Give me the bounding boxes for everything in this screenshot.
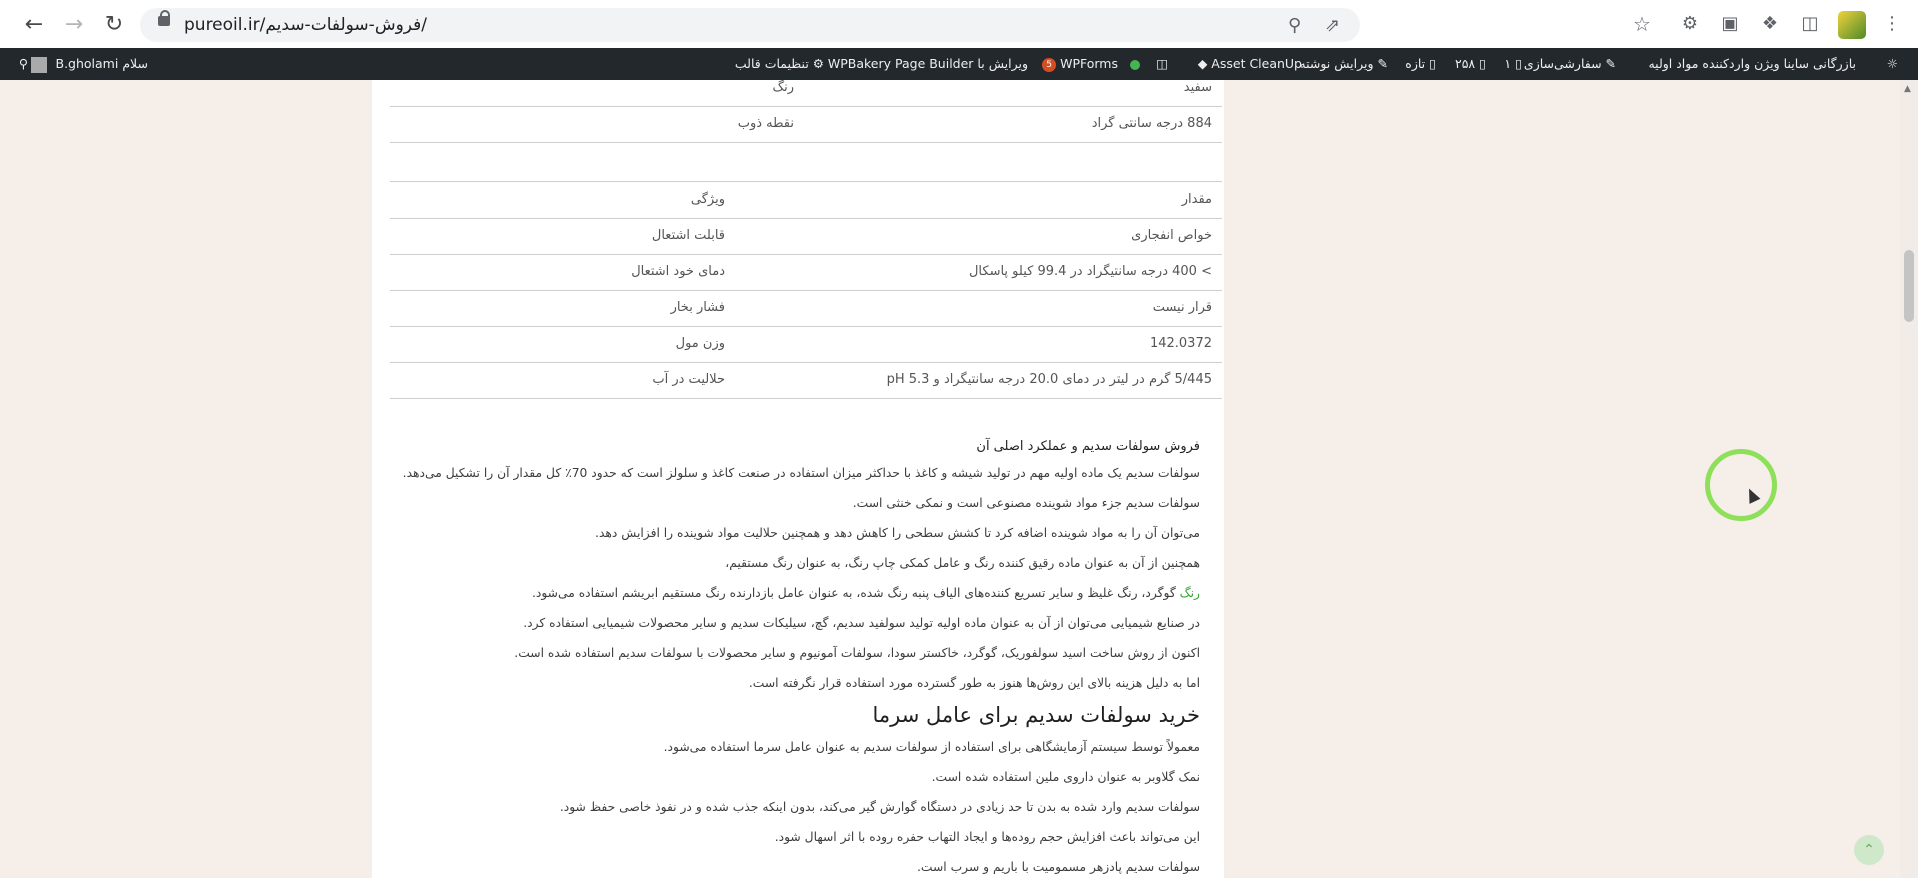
paragraph: اما به دلیل هزینه بالای این روش‌ها هنوز … [748, 676, 1200, 690]
admin-bar-site-name[interactable]: بازرگانی ساینا ویژن واردکننده مواد اولیه [1648, 48, 1856, 80]
url-text: pureoil.ir/فروش-سولفات-سدیم/ [184, 15, 428, 35]
table-cell-label: حلالیت در آب [652, 372, 725, 387]
cursor-highlight-ring [1705, 449, 1777, 521]
table-cell-label: فشار بخار [670, 300, 725, 315]
admin-bar-asset-cleanup[interactable]: Asset CleanUp ◆ [1198, 48, 1302, 80]
paragraph: اکنون از روش ساخت اسید سولفوریک، گوگرد، … [514, 646, 1200, 660]
table-cell-value: > 400 درجه سانتیگراد در 99.4 کیلو پاسکال [968, 264, 1212, 279]
comments-count: ۱ [1504, 56, 1512, 71]
theme-settings-label: تنظیمات قالب [734, 56, 809, 71]
share-icon[interactable]: ⇗ [1325, 15, 1340, 36]
scroll-up-icon[interactable]: ▲ [1904, 84, 1911, 94]
table-row: مقدار ویژگی [390, 183, 1222, 219]
admin-bar-customize[interactable]: ✎ سفارشی‌سازی [1524, 48, 1616, 80]
table-cell-value: خواص انفجاری [1131, 228, 1212, 243]
asset-cleanup-label: Asset CleanUp [1211, 56, 1302, 71]
admin-bar-wpforms[interactable]: WPForms 5 [1038, 48, 1118, 80]
properties-table-2: مقدار ویژگی خواص انفجاری قابلت اشتعال > … [390, 183, 1222, 399]
bookmark-star-icon[interactable]: ☆ [1630, 12, 1654, 36]
account-greeting: سلام B.gholami [55, 56, 149, 71]
paragraph: نمک گلاوبر به عنوان داروی ملین استفاده ش… [931, 770, 1200, 784]
table-row: 884 درجه سانتی گراد نقطه ذوب [390, 107, 1222, 143]
paragraph: در صنایع شیمیایی می‌توان از آن به عنوان … [523, 616, 1200, 630]
diamond-icon: ◆ [1197, 56, 1208, 71]
table-cell-label: ویژگی [690, 192, 725, 207]
section-subheading: فروش سولفات سدیم و عملکرد اصلی آن [976, 439, 1200, 454]
edit-post-label: ویرایش نوشته [1299, 56, 1374, 71]
paragraph: سولفات سدیم یک ماده اولیه مهم در تولید ش… [402, 466, 1200, 480]
paragraph-text: گوگرد، رنگ غلیظ و سایر تسریع کننده‌های ا… [531, 586, 1180, 600]
back-arrow-icon[interactable]: ← [22, 13, 46, 37]
admin-bar-wpbakery[interactable]: ویرایش با WPBakery Page Builder [828, 48, 1028, 80]
table-cell-label: قابلت اشتعال [651, 228, 725, 243]
browser-toolbar: ← → ↻ pureoil.ir/فروش-سولفات-سدیم/ ⚲ ⇗ ☆… [0, 0, 1918, 51]
table-cell-label: رنگ [772, 80, 794, 95]
paragraph: می‌توان آن را به مواد شوینده اضافه کرد ت… [595, 526, 1200, 540]
updates-count: ۲۵۸ [1454, 56, 1476, 71]
new-label: تازه [1405, 56, 1426, 71]
admin-bar-updates[interactable]: ▯ ۲۵۸ [1455, 48, 1486, 80]
search-icon[interactable]: ⚲ [19, 48, 28, 80]
admin-bar-edit-post[interactable]: ✎ ویرایش نوشته [1299, 48, 1388, 80]
color-link[interactable]: رنگ [1180, 586, 1200, 600]
table-cell-value: قرار نیست [1152, 300, 1212, 315]
table-row: 142.0372 وزن مول [390, 327, 1222, 363]
wp-logo-icon[interactable]: ☼ [1887, 48, 1898, 80]
puzzle-icon[interactable]: ❖ [1758, 12, 1782, 36]
properties-table-1: سفید رنگ 884 درجه سانتی گراد نقطه ذوب [390, 80, 1222, 182]
wpforms-label: WPForms [1060, 56, 1118, 71]
wp-admin-bar: ☼ بازرگانی ساینا ویژن واردکننده مواد اول… [0, 48, 1918, 80]
admin-bar-account[interactable]: سلام B.gholami [30, 48, 149, 80]
admin-bar-comments[interactable]: ▯ ۱ [1504, 48, 1522, 80]
table-cell-value: 5/445 گرم در لیتر در دمای 20.0 درجه سانت… [886, 372, 1212, 387]
forward-arrow-icon[interactable]: → [62, 13, 86, 37]
article-body: فروش سولفات سدیم و عملکرد اصلی آن سولفات… [400, 436, 1200, 878]
admin-bar-new[interactable]: ▯ تازه [1405, 48, 1436, 80]
customize-label: سفارشی‌سازی [1523, 56, 1602, 71]
table-spacer [390, 143, 1222, 182]
section-heading: خرید سولفات سدیم برای عامل سرما [872, 703, 1201, 727]
wpforms-badge: 5 [1042, 57, 1057, 72]
paragraph: رنگ گوگرد، رنگ غلیظ و سایر تسریع کننده‌ه… [400, 578, 1200, 608]
table-row: > 400 درجه سانتیگراد در 99.4 کیلو پاسکال… [390, 255, 1222, 291]
table-row: قرار نیست فشار بخار [390, 291, 1222, 327]
table-row: 5/445 گرم در لیتر در دمای 20.0 درجه سانت… [390, 363, 1222, 399]
profile-avatar[interactable] [1838, 11, 1866, 39]
extension-icon[interactable]: ⚙ [1678, 12, 1702, 36]
address-bar[interactable]: pureoil.ir/فروش-سولفات-سدیم/ ⚲ ⇗ [140, 8, 1360, 42]
menu-dots-icon[interactable]: ⋮ [1880, 12, 1904, 36]
paragraph: همچنین از آن به عنوان ماده رقیق کننده رن… [725, 556, 1200, 570]
reload-icon[interactable]: ↻ [102, 13, 126, 37]
zoom-icon[interactable]: ⚲ [1288, 15, 1301, 36]
m-extension-icon[interactable]: ▣ [1718, 12, 1742, 36]
paragraph: سولفات سدیم جزء مواد شوینده مصنوعی است و… [852, 496, 1200, 510]
table-cell-value: سفید [1183, 80, 1212, 95]
back-to-top-icon[interactable]: ⌃ [1854, 835, 1884, 865]
paragraph: سولفات سدیم پادزهر مسمومیت با باریم و سر… [916, 860, 1200, 874]
sidebar-icon[interactable]: ◫ [1798, 12, 1822, 36]
lock-icon [158, 10, 170, 26]
table-row: سفید رنگ [390, 80, 1222, 107]
table-cell-value: 884 درجه سانتی گراد [1091, 116, 1212, 131]
table-cell-label: نقطه ذوب [737, 116, 794, 131]
table-row: خواص انفجاری قابلت اشتعال [390, 219, 1222, 255]
status-dot [1130, 48, 1140, 80]
paragraph: معمولاً توسط سیستم آزمایشگاهی برای استفا… [663, 740, 1200, 754]
scroll-thumb[interactable] [1904, 250, 1914, 322]
page-scrollbar[interactable]: ▲ [1900, 80, 1918, 878]
user-avatar [30, 56, 47, 73]
article-card: سفید رنگ 884 درجه سانتی گراد نقطه ذوب مق… [372, 80, 1224, 878]
shield-icon[interactable]: ◫ [1156, 48, 1168, 80]
table-cell-label: وزن مول [675, 336, 725, 351]
paragraph: سولفات سدیم وارد شده به بدن تا حد زیادی … [559, 800, 1200, 814]
gear-icon: ⚙ [812, 56, 824, 71]
paragraph: این می‌تواند باعث افزایش حجم روده‌ها و ا… [774, 830, 1200, 844]
admin-bar-theme-settings[interactable]: ⚙ تنظیمات قالب [735, 48, 824, 80]
table-cell-label: دمای خود اشتعال [631, 264, 725, 279]
table-cell-value: 142.0372 [1149, 336, 1212, 351]
table-cell-value: مقدار [1181, 192, 1212, 207]
